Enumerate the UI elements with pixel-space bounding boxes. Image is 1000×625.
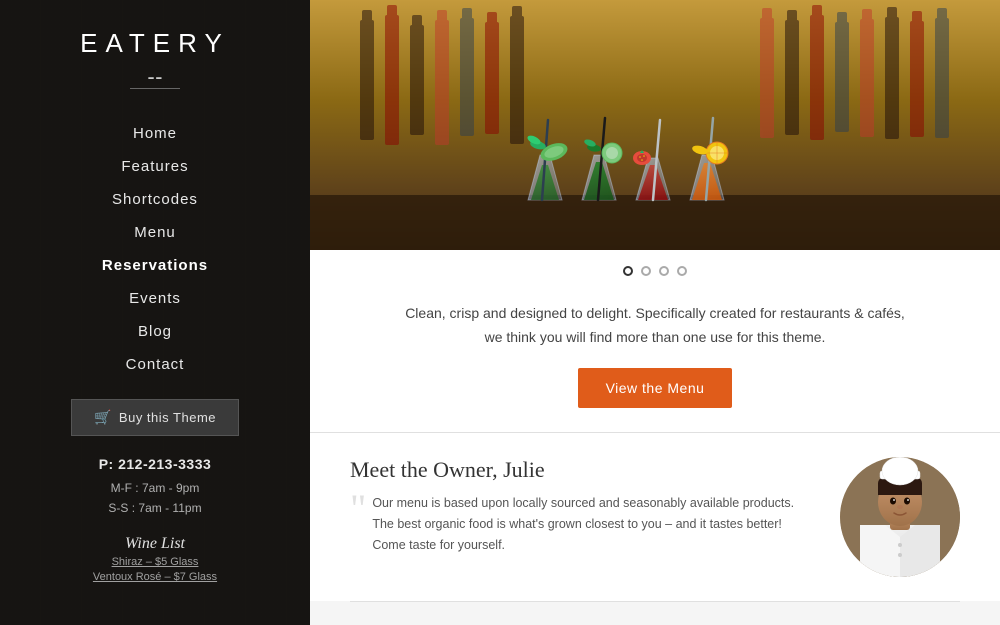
wine-list-section: Wine List Shiraz – $5 Glass Ventoux Rosé… xyxy=(93,535,217,583)
quote-mark: " xyxy=(350,489,366,529)
tagline-section: Clean, crisp and designed to delight. Sp… xyxy=(310,292,1000,433)
cart-icon: 🛒 xyxy=(94,409,112,426)
nav-reservations[interactable]: Reservations xyxy=(0,249,310,282)
carousel-dot-4[interactable] xyxy=(677,266,687,276)
nav-menu[interactable]: Menu xyxy=(0,216,310,249)
wine-item-2[interactable]: Ventoux Rosé – $7 Glass xyxy=(93,571,217,583)
hero-svg xyxy=(310,0,1000,250)
owner-avatar-svg xyxy=(840,457,960,577)
carousel-dots xyxy=(310,250,1000,292)
contact-info: P: 212-213-3333 M-F : 7am - 9pm S-S : 7a… xyxy=(99,456,212,519)
wine-item-1[interactable]: Shiraz – $5 Glass xyxy=(93,556,217,568)
nav-home[interactable]: Home xyxy=(0,117,310,150)
buy-theme-button[interactable]: 🛒 Buy this Theme xyxy=(71,399,239,436)
nav-events[interactable]: Events xyxy=(0,282,310,315)
wine-list-title: Wine List xyxy=(93,535,217,553)
quote-container: " Our menu is based upon locally sourced… xyxy=(350,493,816,557)
hero-image xyxy=(310,0,1000,250)
owner-photo xyxy=(840,457,960,577)
owner-quote: Our menu is based upon locally sourced a… xyxy=(372,493,816,557)
nav-features[interactable]: Features xyxy=(0,150,310,183)
weekday-hours: M-F : 7am - 9pm xyxy=(99,478,212,498)
phone-number: P: 212-213-3333 xyxy=(99,456,212,472)
bottom-divider xyxy=(350,601,960,602)
owner-section: Meet the Owner, Julie " Our menu is base… xyxy=(310,433,1000,601)
buy-button-label: Buy this Theme xyxy=(119,410,216,425)
nav-contact[interactable]: Contact xyxy=(0,348,310,381)
logo-area: EATERY ⚋ xyxy=(80,28,230,89)
owner-title: Meet the Owner, Julie xyxy=(350,457,816,483)
carousel-dot-2[interactable] xyxy=(641,266,651,276)
main-content: Clean, crisp and designed to delight. Sp… xyxy=(310,0,1000,625)
weekend-hours: S-S : 7am - 11pm xyxy=(99,498,212,518)
view-menu-button[interactable]: View the Menu xyxy=(578,368,733,408)
nav-shortcodes[interactable]: Shortcodes xyxy=(0,183,310,216)
tagline-text: Clean, crisp and designed to delight. Sp… xyxy=(405,302,905,350)
main-nav: Home Features Shortcodes Menu Reservatio… xyxy=(0,117,310,381)
site-logo: EATERY xyxy=(80,28,230,59)
nav-blog[interactable]: Blog xyxy=(0,315,310,348)
owner-text: Meet the Owner, Julie " Our menu is base… xyxy=(350,457,816,557)
fork-icon: ⚋ xyxy=(80,63,230,84)
carousel-dot-3[interactable] xyxy=(659,266,669,276)
carousel-dot-1[interactable] xyxy=(623,266,633,276)
sidebar: EATERY ⚋ Home Features Shortcodes Menu R… xyxy=(0,0,310,625)
hours-info: M-F : 7am - 9pm S-S : 7am - 11pm xyxy=(99,478,212,519)
